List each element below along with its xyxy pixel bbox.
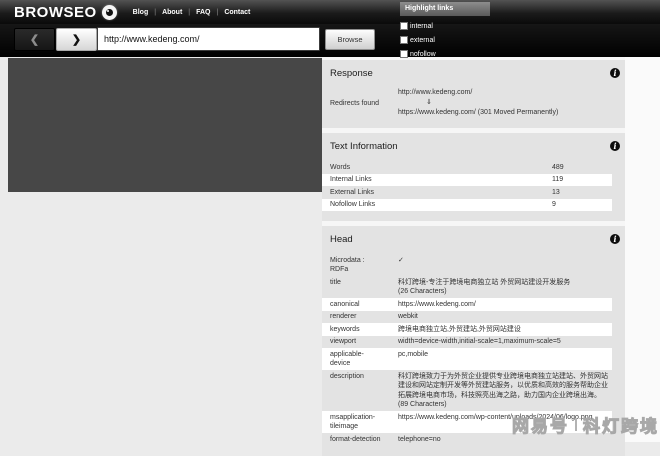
- watermark: 网易号 科灯跨境: [512, 412, 659, 437]
- row-label: keywords: [330, 325, 384, 335]
- back-button[interactable]: ❮: [14, 28, 55, 51]
- row-label: canonical: [330, 300, 384, 310]
- table-row: canonical https://www.kedeng.com/: [322, 298, 612, 311]
- info-icon[interactable]: i: [610, 234, 620, 244]
- row-label: msapplication-tileimage: [330, 413, 384, 432]
- right-margin: [625, 57, 660, 442]
- row-value: https://www.kedeng.com/: [398, 300, 612, 310]
- nav-link-blog[interactable]: Blog: [133, 9, 149, 16]
- internal-checkbox[interactable]: [400, 22, 408, 30]
- nav-separator: |: [188, 9, 190, 16]
- top-nav: Blog | About | FAQ | Contact: [133, 9, 251, 16]
- value-note: (89 Characters): [398, 400, 612, 410]
- value-note: (26 Characters): [398, 287, 612, 297]
- row-value: 9: [552, 200, 612, 210]
- row-label: Words: [330, 163, 552, 173]
- row-value: 跨境电商独立站,外贸建站,外贸网站建设: [398, 325, 612, 335]
- external-label: external: [410, 37, 435, 44]
- external-checkbox[interactable]: [400, 36, 408, 44]
- internal-label: internal: [410, 23, 433, 30]
- nofollow-checkbox[interactable]: [400, 50, 408, 58]
- table-row: Nofollow Links 9: [322, 199, 612, 212]
- value-text: 科灯跨境致力于为外贸企业提供专业跨境电商独立站建站、外贸网站建设和网站定制开发等…: [398, 372, 612, 401]
- watermark-divider: [575, 418, 577, 431]
- forward-button[interactable]: ❯: [56, 28, 97, 51]
- response-section-title: Response: [330, 68, 612, 79]
- redirect-to-url: https://www.kedeng.com/ (301 Moved Perma…: [398, 108, 558, 118]
- table-row: External Links 13: [322, 186, 612, 199]
- table-row: description 科灯跨境致力于为外贸企业提供专业跨境电商独立站建站、外贸…: [322, 370, 612, 411]
- value-text: 科灯跨境-专注于跨境电商独立站 外贸网站建设开发服务: [398, 278, 612, 288]
- row-value: 119: [552, 175, 612, 185]
- row-label: description: [330, 372, 384, 382]
- row-label: renderer: [330, 312, 384, 322]
- row-label: Internal Links: [330, 175, 552, 185]
- highlight-links-panel: Highlight links internal external nofoll…: [400, 2, 490, 58]
- table-row: viewport width=device-width,initial-scal…: [322, 336, 612, 349]
- watermark-account: 科灯跨境: [583, 412, 659, 437]
- row-value: 13: [552, 188, 612, 198]
- row-label: applicable-device: [330, 350, 384, 369]
- text-information-title: Text Information: [330, 141, 612, 152]
- redirect-from-url: http://www.kedeng.com/: [398, 88, 558, 98]
- redirects-row: Redirects found http://www.kedeng.com/ ⇓…: [322, 88, 612, 118]
- row-value: webkit: [398, 312, 612, 322]
- nav-link-about[interactable]: About: [162, 9, 182, 16]
- response-section: Response i Redirects found http://www.ke…: [322, 60, 625, 128]
- table-row: renderer webkit: [322, 311, 612, 324]
- redirects-label: Redirects found: [330, 100, 398, 107]
- info-icon[interactable]: i: [610, 141, 620, 151]
- page-preview-panel: [8, 58, 322, 192]
- table-row: Words 489: [322, 161, 612, 174]
- row-label: viewport: [330, 337, 384, 347]
- nofollow-label: nofollow: [410, 51, 436, 58]
- watermark-platform: 网易号: [512, 412, 569, 437]
- row-value: 489: [552, 163, 612, 173]
- nav-link-contact[interactable]: Contact: [224, 9, 250, 16]
- nav-separator: |: [217, 9, 219, 16]
- seo-report-panel: Response i Redirects found http://www.ke…: [322, 57, 625, 442]
- eye-icon: [102, 5, 117, 20]
- table-row: title 科灯跨境-专注于跨境电商独立站 外贸网站建设开发服务 (26 Cha…: [322, 276, 612, 298]
- head-section-title: Head: [330, 234, 612, 245]
- checkmark-icon: ✓: [398, 256, 612, 266]
- browser-toolbar: ❮ ❯ Browse: [0, 24, 660, 57]
- row-value: 科灯跨境-专注于跨境电商独立站 外贸网站建设开发服务 (26 Character…: [398, 278, 612, 297]
- row-value: width=device-width,initial-scale=1,maxim…: [398, 337, 612, 347]
- highlight-links-header: Highlight links: [400, 2, 490, 16]
- table-row: Internal Links 119: [322, 174, 612, 187]
- highlight-external-option[interactable]: external: [400, 36, 490, 44]
- forward-arrow-icon: ❯: [72, 34, 81, 46]
- row-label: Nofollow Links: [330, 200, 552, 210]
- highlight-nofollow-option[interactable]: nofollow: [400, 50, 490, 58]
- back-arrow-icon: ❮: [30, 34, 39, 46]
- row-label: External Links: [330, 188, 552, 198]
- row-value: pc,mobile: [398, 350, 612, 360]
- row-value: ✓: [398, 256, 612, 266]
- row-label: title: [330, 278, 384, 288]
- row-label: Microdata : RDFa: [330, 256, 384, 275]
- table-row: applicable-device pc,mobile: [322, 348, 612, 370]
- table-row: keywords 跨境电商独立站,外贸建站,外贸网站建设: [322, 323, 612, 336]
- browse-button[interactable]: Browse: [325, 29, 375, 50]
- row-label: format-detection: [330, 435, 384, 445]
- table-row: Microdata : RDFa ✓: [322, 254, 612, 276]
- highlight-internal-option[interactable]: internal: [400, 22, 490, 30]
- info-icon[interactable]: i: [610, 68, 620, 78]
- row-value: 科灯跨境致力于为外贸企业提供专业跨境电商独立站建站、外贸网站建设和网站定制开发等…: [398, 372, 612, 410]
- redirects-value: http://www.kedeng.com/ ⇓ https://www.ked…: [398, 88, 558, 118]
- nav-separator: |: [154, 9, 156, 16]
- browseo-logo[interactable]: BROWSEO: [14, 4, 97, 21]
- url-input[interactable]: [97, 27, 320, 51]
- redirect-arrow-icon: ⇓: [398, 98, 558, 108]
- text-information-section: Text Information i Words 489 Internal Li…: [322, 133, 625, 221]
- top-bar: BROWSEO Blog | About | FAQ | Contact: [0, 0, 660, 24]
- nav-link-faq[interactable]: FAQ: [196, 9, 210, 16]
